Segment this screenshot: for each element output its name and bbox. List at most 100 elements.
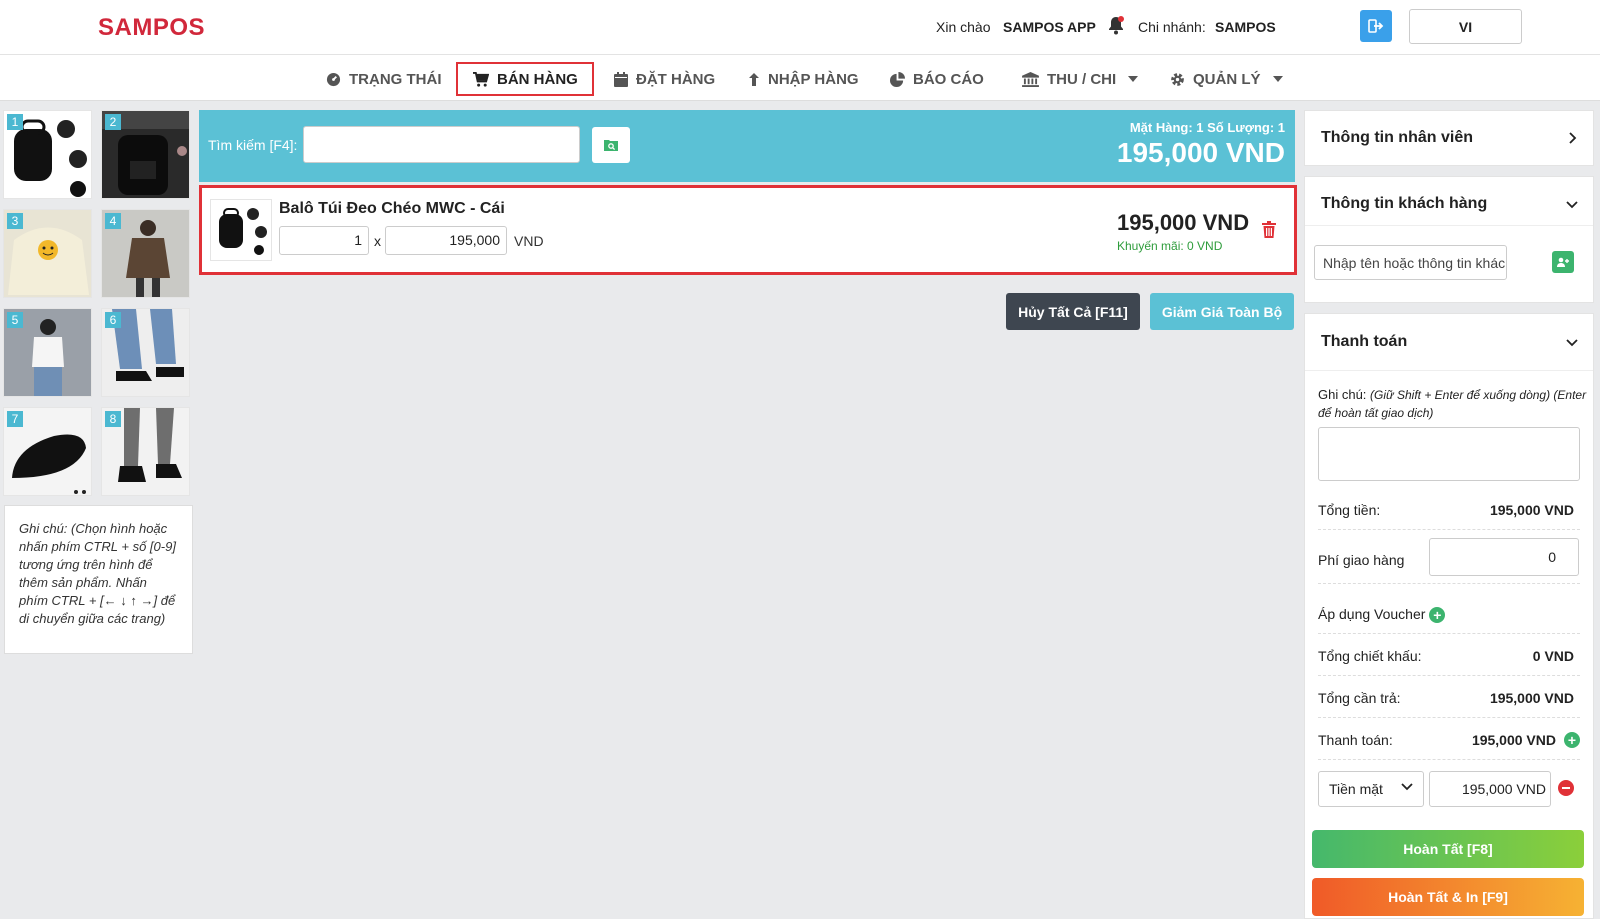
greeting-text: Xin chào [936, 19, 991, 35]
pie-chart-icon [890, 71, 905, 87]
quantity-input[interactable]: 1 [279, 226, 369, 255]
nav-label: ĐẶT HÀNG [636, 70, 716, 88]
arrow-up-icon [749, 72, 759, 86]
search-button[interactable] [592, 127, 630, 163]
payment-note-label: Ghi chú: (Giữ Shift + Enter để xuống dòn… [1318, 386, 1588, 422]
paid-row: Thanh toán: 195,000 VND + [1318, 720, 1580, 760]
voucher-label[interactable]: Áp dụng Voucher + [1318, 606, 1446, 624]
chevron-down-icon[interactable] [1566, 339, 1578, 347]
discount-value: 0 VND [1532, 648, 1574, 664]
thumb-number: 2 [105, 114, 121, 130]
times-symbol: x [374, 233, 381, 249]
thumb-number: 1 [7, 114, 23, 130]
nav-label: QUẢN LÝ [1193, 70, 1261, 88]
staff-info-title: Thông tin nhân viên [1321, 129, 1473, 146]
discount-label: Tổng chiết khấu: [1318, 648, 1422, 664]
shipping-fee-input[interactable]: 0 [1429, 538, 1579, 576]
cancel-all-button[interactable]: Hủy Tất Cả [F11] [1006, 293, 1140, 330]
nav-label: NHẬP HÀNG [768, 70, 859, 88]
subtotal-value: 195,000 VND [1489, 502, 1574, 518]
voucher-row: Áp dụng Voucher + [1318, 594, 1580, 634]
product-thumb-6[interactable]: 6 [101, 308, 190, 397]
cart-item-image [210, 199, 272, 261]
complete-print-button[interactable]: Hoàn Tất & In [F9] [1312, 878, 1584, 916]
bell-icon[interactable] [1108, 16, 1126, 36]
search-input[interactable] [303, 126, 580, 163]
branch-label: Chi nhánh: [1138, 19, 1206, 35]
thumb-number: 7 [7, 411, 23, 427]
product-thumb-8[interactable]: 8 [101, 407, 190, 496]
chevron-down-icon [1401, 783, 1413, 791]
bank-icon [1022, 71, 1039, 87]
nav-label: BÁO CÁO [913, 70, 984, 88]
cart-item-total: 195,000 VND [1117, 210, 1250, 235]
add-user-icon [1557, 257, 1569, 267]
product-thumb-1[interactable]: 1 [3, 110, 92, 199]
product-thumb-2[interactable]: 2 [101, 110, 190, 199]
app-logo[interactable]: SAMPOS [98, 14, 205, 42]
chevron-right-icon [1569, 132, 1577, 144]
complete-button[interactable]: Hoàn Tất [F8] [1312, 830, 1584, 868]
thumb-number: 8 [105, 411, 121, 427]
customer-search-input[interactable]: Nhập tên hoặc thông tin khác [1314, 245, 1507, 280]
amount-due-row: Tổng cần trả: 195,000 VND [1318, 678, 1580, 718]
add-voucher-icon[interactable]: + [1429, 607, 1446, 624]
chevron-down-icon [1128, 76, 1139, 82]
top-header: SAMPOS Xin chào SAMPOS APP Chi nhánh: SA… [0, 0, 1600, 55]
payment-note-textarea[interactable] [1318, 427, 1580, 481]
cart-counts: Mặt Hàng: 1 Số Lượng: 1 [1129, 120, 1285, 135]
gear-icon [1171, 72, 1184, 86]
product-thumb-3[interactable]: 3 [3, 209, 92, 298]
add-customer-button[interactable] [1552, 251, 1574, 273]
discount-row: Tổng chiết khấu: 0 VND [1318, 636, 1580, 676]
currency-unit: VND [514, 233, 544, 249]
product-thumb-5[interactable]: 5 [3, 308, 92, 397]
nav-item-trang-thai[interactable]: TRẠNG THÁI [312, 62, 456, 96]
remove-payment-icon[interactable] [1558, 780, 1574, 796]
nav-item-ban-hang[interactable]: BÁN HÀNG [456, 62, 594, 96]
thumb-number: 6 [105, 312, 121, 328]
payment-amount-input[interactable]: 195,000 VND [1429, 771, 1551, 807]
divider [1305, 370, 1593, 371]
cart-item-promo: Khuyến mãi: 0 VND [1117, 239, 1223, 253]
price-input[interactable]: 195,000 [385, 226, 507, 255]
nav-item-quan-ly[interactable]: QUẢN LÝ [1156, 62, 1297, 96]
nav-item-nhap-hang[interactable]: NHẬP HÀNG [734, 62, 873, 96]
dashboard-icon [326, 72, 341, 86]
nav-item-dat-hang[interactable]: ĐẶT HÀNG [600, 62, 729, 96]
payment-method-select[interactable]: Tiền mặt [1318, 771, 1424, 807]
nav-item-bao-cao[interactable]: BÁO CÁO [876, 62, 998, 96]
search-bar: Tìm kiếm [F4]: Mặt Hàng: 1 Số Lượng: 1 1… [199, 110, 1295, 182]
language-button[interactable]: VI [1409, 9, 1522, 44]
product-thumb-7[interactable]: 7 [3, 407, 92, 496]
cart-row[interactable]: Balô Túi Đeo Chéo MWC - Cái 1 x 195,000 … [199, 185, 1297, 275]
nav-label: TRẠNG THÁI [349, 70, 442, 88]
chevron-down-icon [1272, 76, 1283, 82]
cart-total: 195,000 VND [1116, 137, 1285, 168]
logout-button[interactable] [1360, 10, 1392, 42]
staff-info-panel[interactable]: Thông tin nhân viên [1304, 110, 1594, 166]
folder-search-icon [604, 140, 618, 151]
voucher-text: Áp dụng Voucher [1318, 606, 1426, 622]
discount-all-button[interactable]: Giảm Giá Toàn Bộ [1150, 293, 1294, 330]
logout-icon [1368, 19, 1384, 33]
subtotal-row: Tổng tiền: 195,000 VND [1318, 490, 1580, 530]
customer-info-panel: Thông tin khách hàng [1304, 176, 1594, 303]
add-payment-icon[interactable]: + [1564, 732, 1580, 748]
nav-item-thu-chi[interactable]: THU / CHI [1008, 62, 1152, 96]
chevron-down-icon[interactable] [1566, 201, 1578, 209]
customer-info-title[interactable]: Thông tin khách hàng [1321, 195, 1487, 213]
paid-label: Thanh toán: [1318, 732, 1393, 748]
thumb-number: 5 [7, 312, 23, 328]
subtotal-label: Tổng tiền: [1318, 502, 1381, 518]
product-thumb-4[interactable]: 4 [101, 209, 190, 298]
cart-icon [473, 71, 489, 87]
payment-title[interactable]: Thanh toán [1321, 333, 1407, 351]
divider [1305, 225, 1593, 226]
trash-icon[interactable] [1262, 221, 1276, 243]
paid-value: 195,000 VND [1471, 732, 1556, 748]
product-shortcut-note: Ghi chú: (Chọn hình hoặc nhấn phím CTRL … [4, 505, 193, 654]
note-label: Ghi chú: [1318, 387, 1367, 402]
amount-due-label: Tổng cần trả: [1318, 690, 1401, 706]
branch-name: SAMPOS [1215, 19, 1276, 35]
